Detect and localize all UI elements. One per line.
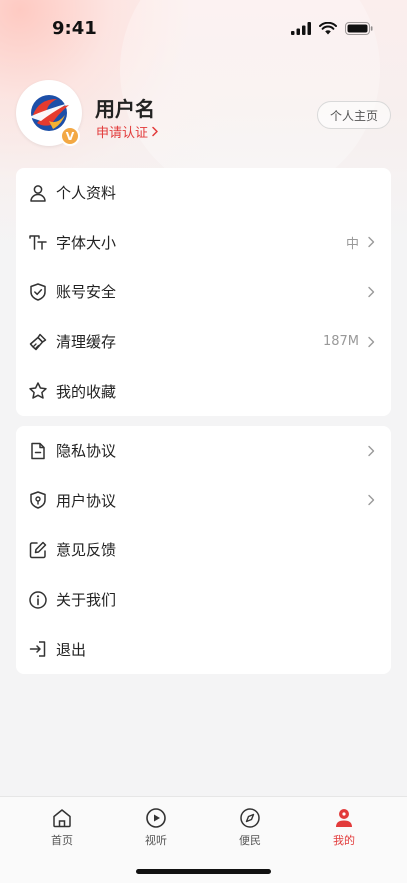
logout-icon bbox=[28, 639, 48, 659]
chevron-right-icon bbox=[368, 445, 375, 456]
menu-item-font-size[interactable]: 字体大小 中 bbox=[16, 218, 391, 268]
menu-item-label: 清理缓存 bbox=[56, 333, 117, 352]
chevron-right-icon bbox=[368, 336, 375, 347]
menu-item-label: 隐私协议 bbox=[56, 442, 117, 461]
star-icon bbox=[28, 381, 48, 401]
info-icon bbox=[28, 590, 48, 610]
play-icon bbox=[146, 808, 166, 828]
tab-label: 视听 bbox=[145, 834, 167, 847]
menu-item-feedback[interactable]: 意见反馈 bbox=[16, 525, 391, 575]
battery-icon bbox=[345, 22, 373, 35]
menu-item-clear-cache[interactable]: 清理缓存 187M bbox=[16, 317, 391, 367]
home-indicator bbox=[136, 869, 271, 874]
font-size-value: 中 bbox=[345, 236, 359, 252]
apply-verification-link[interactable]: 申请认证 bbox=[96, 122, 159, 141]
menu-item-label: 意见反馈 bbox=[56, 541, 117, 560]
profile-header: V 用户名 申请认证 个人主页 bbox=[16, 80, 391, 150]
signal-icon bbox=[291, 22, 311, 35]
menu-item-label: 我的收藏 bbox=[56, 382, 117, 401]
chevron-right-icon bbox=[152, 126, 158, 137]
personal-homepage-button[interactable]: 个人主页 bbox=[316, 101, 391, 129]
menu-item-user-agreement[interactable]: 用户协议 bbox=[16, 476, 391, 526]
cache-size-value: 187M bbox=[322, 334, 359, 350]
menu-item-favorites[interactable]: 我的收藏 bbox=[16, 366, 391, 416]
menu-item-profile[interactable]: 个人资料 bbox=[16, 168, 391, 218]
broom-icon bbox=[28, 332, 48, 352]
chevron-right-icon bbox=[368, 237, 375, 248]
settings-card: 个人资料 字体大小 中 账号安全 清理缓存 187M 我的收藏 bbox=[16, 168, 391, 416]
status-time: 9:41 bbox=[52, 18, 97, 39]
tab-media[interactable]: 视听 bbox=[126, 807, 186, 848]
chevron-right-icon bbox=[368, 286, 375, 298]
menu-item-label: 关于我们 bbox=[56, 591, 117, 610]
avatar[interactable]: V bbox=[16, 80, 82, 146]
menu-item-label: 字体大小 bbox=[56, 233, 117, 252]
verified-badge: V bbox=[60, 126, 80, 146]
chevron-right-icon bbox=[368, 495, 375, 506]
info-card: 隐私协议 用户协议 意见反馈 关于我们 退出 bbox=[16, 426, 391, 674]
edit-icon bbox=[28, 540, 48, 560]
home-icon bbox=[53, 809, 71, 828]
tab-label: 我的 bbox=[333, 834, 355, 847]
compass-icon bbox=[240, 808, 260, 828]
menu-item-logout[interactable]: 退出 bbox=[16, 624, 391, 674]
menu-item-about-us[interactable]: 关于我们 bbox=[16, 575, 391, 625]
font-size-icon bbox=[28, 232, 48, 252]
apply-verification-label: 申请认证 bbox=[96, 126, 149, 141]
person-icon bbox=[336, 809, 352, 827]
menu-item-label: 退出 bbox=[56, 640, 87, 659]
menu-item-label: 账号安全 bbox=[56, 283, 117, 302]
shield-location-icon bbox=[28, 490, 48, 510]
tab-home[interactable]: 首页 bbox=[32, 807, 92, 848]
wifi-icon bbox=[319, 22, 337, 35]
menu-item-label: 用户协议 bbox=[56, 491, 117, 510]
username: 用户名 bbox=[95, 97, 155, 121]
user-icon bbox=[28, 183, 48, 203]
document-icon bbox=[28, 441, 48, 461]
tab-label: 首页 bbox=[51, 834, 73, 847]
tab-services[interactable]: 便民 bbox=[220, 807, 280, 848]
status-bar: 9:41 bbox=[0, 0, 407, 60]
shield-check-icon bbox=[28, 282, 48, 302]
menu-item-label: 个人资料 bbox=[56, 184, 117, 203]
menu-item-privacy-policy[interactable]: 隐私协议 bbox=[16, 426, 391, 476]
menu-item-account-security[interactable]: 账号安全 bbox=[16, 267, 391, 317]
tab-mine[interactable]: 我的 bbox=[314, 807, 374, 848]
tab-label: 便民 bbox=[239, 834, 261, 847]
